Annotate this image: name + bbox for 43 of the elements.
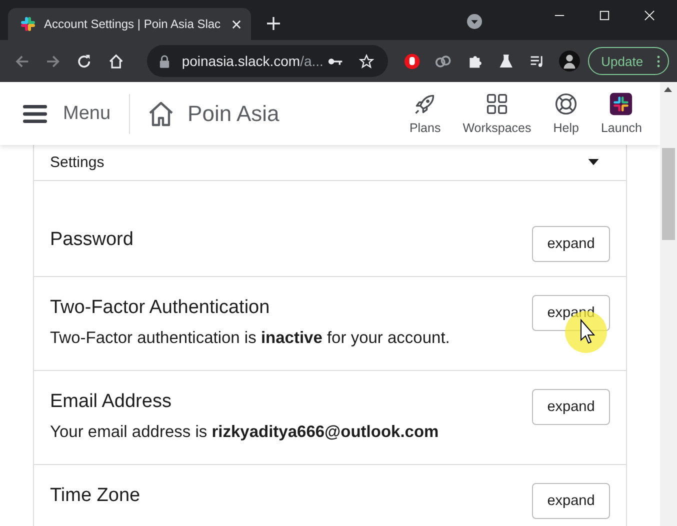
close-icon[interactable] — [232, 20, 241, 28]
update-button[interactable]: Update — [588, 47, 670, 75]
scroll-thumb[interactable] — [662, 148, 675, 240]
url-host: poinasia.slack.com — [182, 53, 300, 69]
tab-title: Account Settings | Poin Asia Slac — [44, 17, 222, 31]
setting-description: Your email address is rizkyaditya666@outlook.com — [50, 423, 439, 442]
nav-item[interactable]: Workspaces — [462, 92, 532, 135]
menu-icon — [23, 104, 47, 122]
dropdown-icon[interactable] — [467, 14, 482, 28]
url-path: /a... — [300, 53, 324, 69]
workspace-name[interactable]: Poin Asia — [188, 100, 280, 126]
address-bar[interactable]: poinasia.slack.com/a... — [146, 45, 388, 77]
expand-button[interactable]: expand — [532, 226, 610, 262]
nav-item[interactable]: Launch — [600, 92, 642, 135]
grid-icon — [484, 92, 509, 116]
nav-item[interactable]: Help — [553, 92, 579, 135]
lock-icon — [158, 54, 170, 68]
settings-toggle[interactable]: Settings — [34, 145, 626, 181]
nav-item[interactable]: Plans — [409, 92, 441, 135]
lifebuoy-icon — [554, 92, 578, 116]
reload-icon[interactable] — [76, 52, 93, 70]
slack-logo-icon — [609, 92, 634, 116]
key-icon[interactable] — [328, 56, 344, 66]
setting-title: Two-Factor Authentication — [50, 297, 271, 319]
setting-title: Time Zone — [50, 485, 140, 507]
flask-icon[interactable] — [498, 52, 514, 70]
scroll-up-icon[interactable] — [664, 87, 672, 92]
caret-icon — [588, 159, 599, 166]
expand-button[interactable]: expand — [532, 483, 610, 519]
scrollbar[interactable] — [660, 82, 677, 526]
star-icon[interactable] — [359, 54, 374, 68]
home-icon[interactable] — [148, 100, 174, 126]
browser-tab[interactable]: Account Settings | Poin Asia Slac — [8, 8, 251, 40]
new-tab-icon[interactable] — [267, 17, 280, 30]
profile-avatar-icon[interactable] — [559, 50, 580, 72]
slack-logo-icon — [20, 16, 36, 32]
maximize-icon[interactable] — [599, 10, 610, 21]
more-icon[interactable] — [657, 54, 660, 68]
menu-button[interactable]: Menu — [23, 102, 111, 124]
setting-title: Email Address — [50, 391, 172, 413]
setting-title: Password — [50, 229, 134, 251]
expand-button[interactable]: expand — [532, 389, 610, 425]
setting-description: Two-Factor authentication is inactive for your account. — [50, 329, 450, 348]
